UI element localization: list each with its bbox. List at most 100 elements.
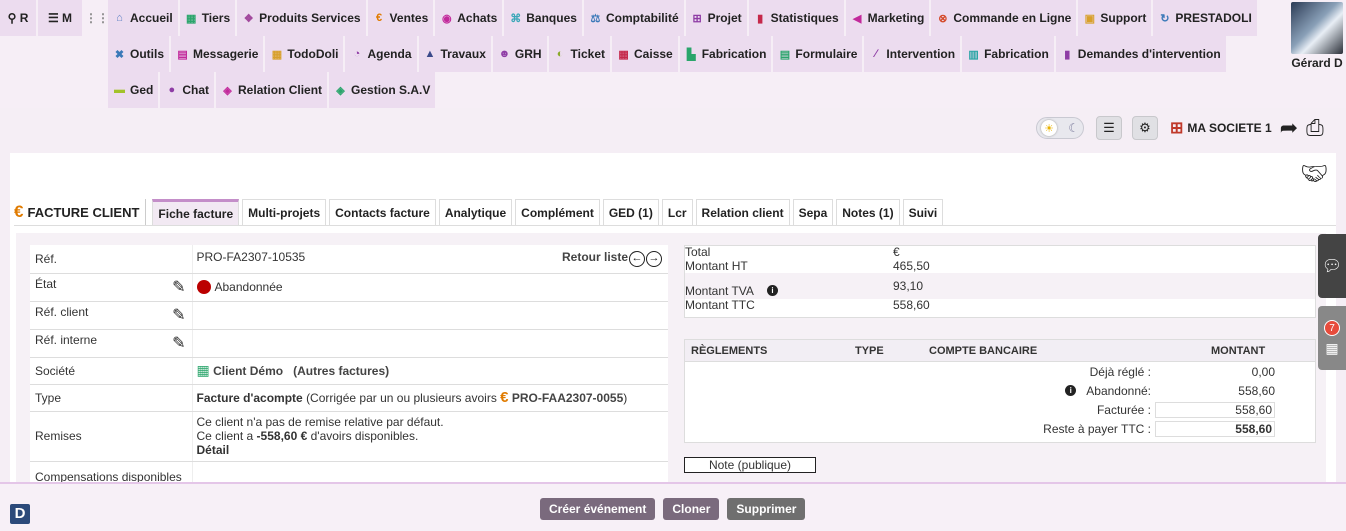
- menu-item-label: Accueil: [130, 11, 173, 25]
- form-icon: ▤: [779, 48, 791, 61]
- print-icon[interactable]: ⎙: [1306, 115, 1324, 141]
- menu-item-comptabilit-[interactable]: ⚖ Comptabilité: [583, 0, 686, 36]
- menu-button[interactable]: ☰ M: [38, 0, 82, 36]
- moon-icon: ☾: [1068, 121, 1079, 135]
- tab-fiche-facture[interactable]: Fiche facture: [152, 199, 240, 225]
- menu-item-label: Fabrication: [984, 47, 1049, 61]
- search-button[interactable]: ⚲ R: [0, 0, 36, 36]
- row-etat: État ✎ Abandonnée: [30, 273, 668, 302]
- menu-item-travaux[interactable]: ▲ Travaux: [418, 36, 493, 72]
- tab-lcr[interactable]: Lcr: [661, 199, 693, 225]
- tab-contacts-facture[interactable]: Contacts facture: [329, 199, 436, 225]
- user-menu[interactable]: Gérard D: [1288, 2, 1346, 70]
- menu-item-ticket[interactable]: ◐ Ticket: [548, 36, 613, 72]
- type-close: ): [623, 391, 628, 405]
- menu-item-tiers[interactable]: ▦ Tiers: [179, 0, 238, 36]
- menu-item-messagerie[interactable]: ▤ Messagerie: [171, 36, 266, 72]
- tasks-widget[interactable]: 7 ▦: [1318, 306, 1346, 370]
- tab-compl-ment[interactable]: Complément: [515, 199, 600, 225]
- home-icon: ⌂: [116, 12, 123, 24]
- menu-item-marketing[interactable]: ◀ Marketing: [845, 0, 932, 36]
- edit-icon[interactable]: ✎: [172, 305, 185, 325]
- menu-item-label: Projet: [707, 11, 742, 25]
- menu-item-demandes-d-intervention[interactable]: ▮ Demandes d'intervention: [1055, 36, 1228, 72]
- retour-liste-link[interactable]: Retour liste: [562, 250, 628, 264]
- menu-item-agenda[interactable]: ◔ Agenda: [345, 36, 419, 72]
- info-icon[interactable]: i: [767, 285, 778, 296]
- avatar[interactable]: [1291, 2, 1343, 54]
- menu-item-intervention[interactable]: ∕ Intervention: [864, 36, 963, 72]
- menu-item-caisse[interactable]: ▦ Caisse: [612, 36, 680, 72]
- settings-button[interactable]: ⚙: [1132, 116, 1158, 140]
- menu-item-support[interactable]: ▣ Support: [1078, 0, 1154, 36]
- tabs-row: € FACTURE CLIENT Fiche facture Multi-proj…: [14, 199, 946, 225]
- logout-icon[interactable]: ➦: [1280, 115, 1298, 141]
- menu-item-ventes[interactable]: € Ventes: [367, 0, 436, 36]
- theme-toggle[interactable]: ☀ ☾: [1036, 117, 1084, 139]
- chat-widget[interactable]: 💬︎: [1318, 234, 1346, 298]
- dolibarr-logo: D: [10, 504, 30, 524]
- list-button[interactable]: ☰: [1096, 116, 1122, 140]
- menu-item-label: Ticket: [570, 47, 606, 61]
- handshake-icon: ◈: [223, 84, 232, 97]
- tab-sepa[interactable]: Sepa: [792, 199, 834, 225]
- tab-relation-client[interactable]: Relation client: [695, 199, 790, 225]
- tools-icon: ✖: [114, 48, 125, 61]
- create-event-button[interactable]: Créer événement: [540, 498, 656, 520]
- menu-item-prestadoli[interactable]: ↻ PRESTADOLI: [1153, 0, 1259, 36]
- menu-item-accueil[interactable]: ⌂ Accueil: [108, 0, 180, 36]
- reste-value: 558,60: [1155, 420, 1275, 437]
- menu-item-gestion-s-a-v[interactable]: ◈ Gestion S.A.V: [329, 72, 438, 108]
- menu-item-achats[interactable]: ◉ Achats: [435, 0, 505, 36]
- user-name[interactable]: Gérard D: [1288, 56, 1346, 70]
- client-link[interactable]: Client Démo: [213, 364, 283, 378]
- cogs-icon: ▥: [968, 48, 979, 61]
- remises-detail-link[interactable]: Détail: [197, 443, 669, 457]
- tab-ged-1[interactable]: GED (1): [602, 199, 659, 225]
- menu-item-projet[interactable]: ⊞ Projet: [685, 0, 749, 36]
- page-title-text: FACTURE CLIENT: [27, 204, 140, 220]
- arrow-right-icon[interactable]: →: [646, 251, 662, 268]
- row-societe: Société ▦ Client Démo (Autres factures): [30, 357, 668, 385]
- ref-label: Réf.: [30, 245, 193, 274]
- bars-icon: ☰: [47, 11, 59, 25]
- arrow-left-icon[interactable]: ←: [629, 251, 645, 268]
- status-badge: Abandonnée: [214, 279, 283, 294]
- deja-label: Déjà réglé :: [1089, 364, 1151, 379]
- bank-icon: ⌘: [510, 12, 522, 25]
- menu-item-statistiques[interactable]: ▮ Statistiques: [748, 0, 846, 36]
- menu-item-ged[interactable]: ▬ Ged: [108, 72, 161, 108]
- menu-item-chat[interactable]: ● Chat: [160, 72, 217, 108]
- menu-item-produits-services[interactable]: ❖ Produits Services: [237, 0, 368, 36]
- edit-icon[interactable]: ✎: [172, 333, 185, 353]
- menu-item-fabrication[interactable]: ▙ Fabrication: [679, 36, 774, 72]
- menu-item-fabrication[interactable]: ▥ Fabrication: [962, 36, 1056, 72]
- societe-link[interactable]: ⊞ MA SOCIETE 1: [1170, 118, 1272, 138]
- edit-icon[interactable]: ✎: [172, 277, 185, 297]
- menu-item-formulaire[interactable]: ▤ Formulaire: [773, 36, 865, 72]
- tab-analytique[interactable]: Analytique: [438, 199, 513, 225]
- tab-notes-1[interactable]: Notes (1): [836, 199, 900, 225]
- menu-item-banques[interactable]: ⌘ Banques: [504, 0, 584, 36]
- tabs: Fiche facture Multi-projets Contacts factu…: [152, 199, 946, 225]
- menu-item-commande-en-ligne[interactable]: ⊗ Commande en Ligne: [931, 0, 1079, 36]
- note-publique-button[interactable]: Note (publique): [684, 457, 816, 473]
- tab-multi-projets[interactable]: Multi-projets: [242, 199, 327, 225]
- delete-button[interactable]: Supprimer: [727, 498, 806, 520]
- clone-button[interactable]: Cloner: [663, 498, 720, 520]
- tab-suivi[interactable]: Suivi: [902, 199, 944, 225]
- menu-item-relation-client[interactable]: ◈ Relation Client: [216, 72, 330, 108]
- menu-item-grh[interactable]: ☻ GRH: [492, 36, 549, 72]
- menu-item-outils[interactable]: ✖ Outils: [108, 36, 172, 72]
- autres-factures-link[interactable]: (Autres factures): [293, 364, 389, 378]
- type-label: Type: [30, 384, 193, 412]
- handshake-icon[interactable]: 🤝︎: [1300, 161, 1328, 187]
- info-icon[interactable]: i: [1065, 385, 1077, 396]
- abandonne-label: Abandonné:: [1086, 383, 1151, 398]
- grid-icon[interactable]: ⋮⋮: [84, 0, 110, 36]
- deja-value: 0,00: [1251, 364, 1275, 379]
- menu-item-tododoli[interactable]: ▦ TodoDoli: [265, 36, 346, 72]
- avoir-link[interactable]: PRO-FAA2307-0055: [512, 391, 623, 405]
- remises-label: Remises: [30, 411, 193, 462]
- menu-item-label: Outils: [130, 47, 165, 61]
